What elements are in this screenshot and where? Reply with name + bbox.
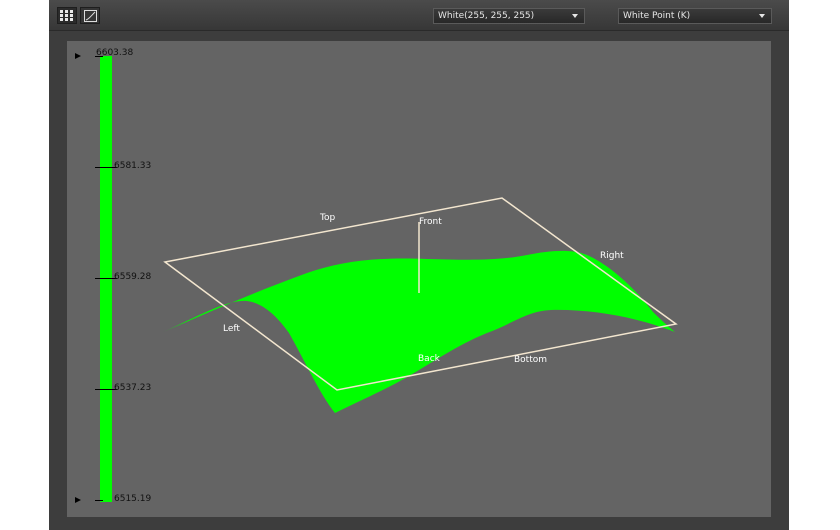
grid-view-button[interactable] xyxy=(57,7,77,24)
label-bottom: Bottom xyxy=(514,355,548,365)
metric-select[interactable]: White Point (K) xyxy=(618,8,772,24)
measurement-window: White(255, 255, 255) White Point (K) 660… xyxy=(49,0,789,530)
surface-plot xyxy=(163,197,678,413)
grid-view-icon xyxy=(60,10,73,21)
label-front: Front xyxy=(419,217,442,227)
plot-viewport[interactable]: 6603.38 6581.33 6559.28 6537.23 6515.19 … xyxy=(67,41,771,517)
toolbar: White(255, 255, 255) White Point (K) xyxy=(49,0,789,31)
color-select-value: White(255, 255, 255) xyxy=(438,11,535,21)
label-top: Top xyxy=(320,213,336,223)
metric-select-value: White Point (K) xyxy=(623,11,691,21)
label-left: Left xyxy=(223,324,240,334)
curve-view-icon xyxy=(83,9,97,22)
label-right: Right xyxy=(600,251,624,261)
chevron-down-icon xyxy=(759,14,765,18)
label-back: Back xyxy=(418,354,440,364)
chevron-down-icon xyxy=(572,14,578,18)
color-select[interactable]: White(255, 255, 255) xyxy=(433,8,585,24)
curve-view-button[interactable] xyxy=(80,7,100,24)
